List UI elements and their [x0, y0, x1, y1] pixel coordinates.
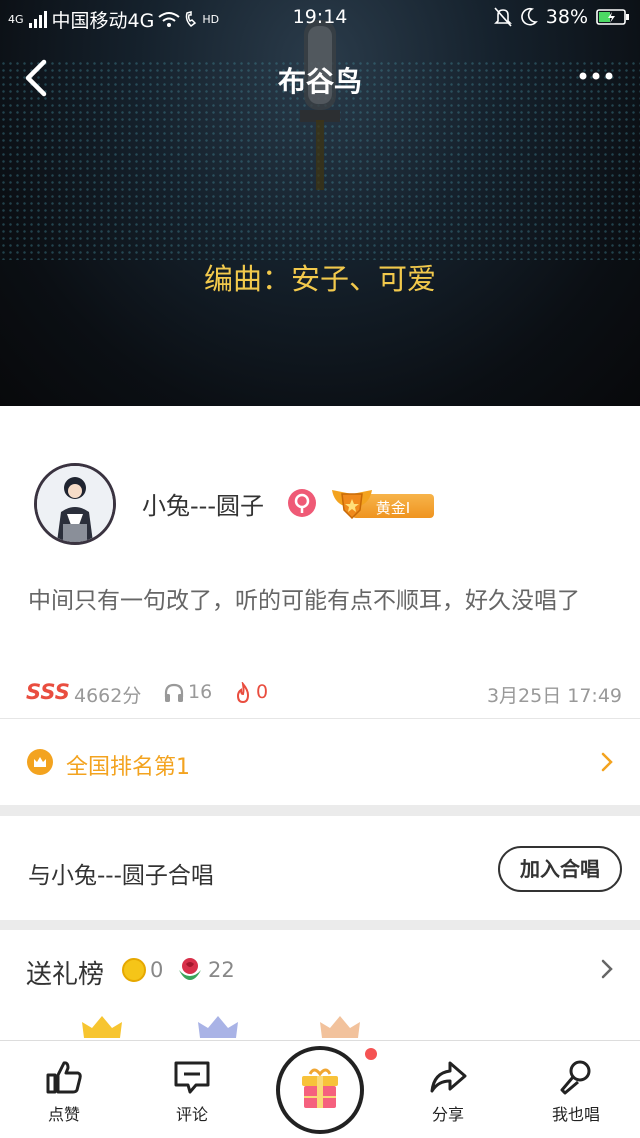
- microphone-icon: [560, 1060, 591, 1095]
- coin-count: 0: [150, 958, 164, 982]
- send-gift-button[interactable]: [276, 1046, 364, 1134]
- post-meta: SSS 4662分 16 0 3月25日 17:49: [26, 680, 622, 708]
- gift-ranking-title: 送礼榜: [26, 960, 105, 990]
- mute-bell-icon: [493, 7, 512, 27]
- user-avatar[interactable]: [34, 463, 116, 545]
- flame-icon: [236, 682, 250, 704]
- tab-comment[interactable]: 评论: [142, 1053, 242, 1133]
- duet-row: 与小兔---圆子合唱 加入合唱: [0, 816, 640, 920]
- tab-like[interactable]: 点赞: [14, 1053, 114, 1133]
- gift-ranking[interactable]: 送礼榜 0 22: [0, 930, 640, 1040]
- tab-sing-too[interactable]: 我也唱: [526, 1053, 626, 1133]
- song-title: 布谷鸟: [277, 65, 362, 98]
- post-date: 3月25日 17:49: [486, 685, 622, 707]
- share-icon: [430, 1061, 467, 1093]
- chevron-right-icon: [601, 752, 613, 772]
- tab-share[interactable]: 分享: [398, 1053, 498, 1133]
- join-duet-button[interactable]: 加入合唱: [498, 846, 622, 892]
- flower-icon: [179, 958, 201, 980]
- username[interactable]: 小兔---圆子: [142, 486, 264, 521]
- tab-label: 分享: [431, 1105, 464, 1124]
- coin-icon: [122, 958, 146, 982]
- score-value: 4662分: [74, 685, 142, 707]
- chevron-right-icon: [601, 959, 613, 979]
- hot-count: 0: [256, 681, 269, 703]
- tab-label: 我也唱: [551, 1105, 600, 1124]
- female-icon: [288, 489, 316, 517]
- arrangement-caption: 编曲：安子、可爱: [203, 262, 436, 296]
- battery-level: 38%: [545, 6, 588, 28]
- listen-count: 16: [188, 681, 213, 703]
- gift-box-icon: [302, 1068, 338, 1108]
- post-description: 中间只有一句改了，听的可能有点不顺耳，好久没唱了: [28, 588, 580, 614]
- headphones-icon: [164, 683, 184, 702]
- ranking-row[interactable]: 全国排名第1: [0, 719, 640, 805]
- moon-icon: [521, 7, 538, 26]
- flower-count: 22: [208, 958, 235, 982]
- status-bar: 4G 中国移动4G HD 19:14 38%: [0, 0, 640, 36]
- section-gap: [0, 805, 640, 816]
- wings-emblem-icon: [332, 490, 372, 520]
- tab-label: 点赞: [47, 1105, 80, 1124]
- avatar-image: [37, 466, 113, 542]
- more-menu-icon[interactable]: [578, 66, 614, 86]
- duet-label: 与小兔---圆子合唱: [28, 863, 214, 889]
- notification-dot: [365, 1048, 377, 1060]
- grade-label: SSS: [26, 680, 70, 704]
- gold-crown-icon: [82, 1016, 122, 1038]
- crown-badge-icon: [27, 749, 53, 775]
- thumbs-up-icon: [46, 1061, 82, 1094]
- section-gap: [0, 920, 640, 930]
- cover-banner: 4G 中国移动4G HD 19:14 38% 布谷鸟 编曲：安子、可爱: [0, 0, 640, 406]
- bronze-crown-icon: [320, 1016, 360, 1038]
- battery-icon: [596, 9, 629, 25]
- comment-icon: [174, 1061, 210, 1094]
- ranking-label: 全国排名第1: [66, 755, 190, 780]
- level-badge: 黄金I: [328, 488, 436, 520]
- silver-crown-icon: [198, 1016, 238, 1038]
- tab-label: 评论: [175, 1105, 208, 1124]
